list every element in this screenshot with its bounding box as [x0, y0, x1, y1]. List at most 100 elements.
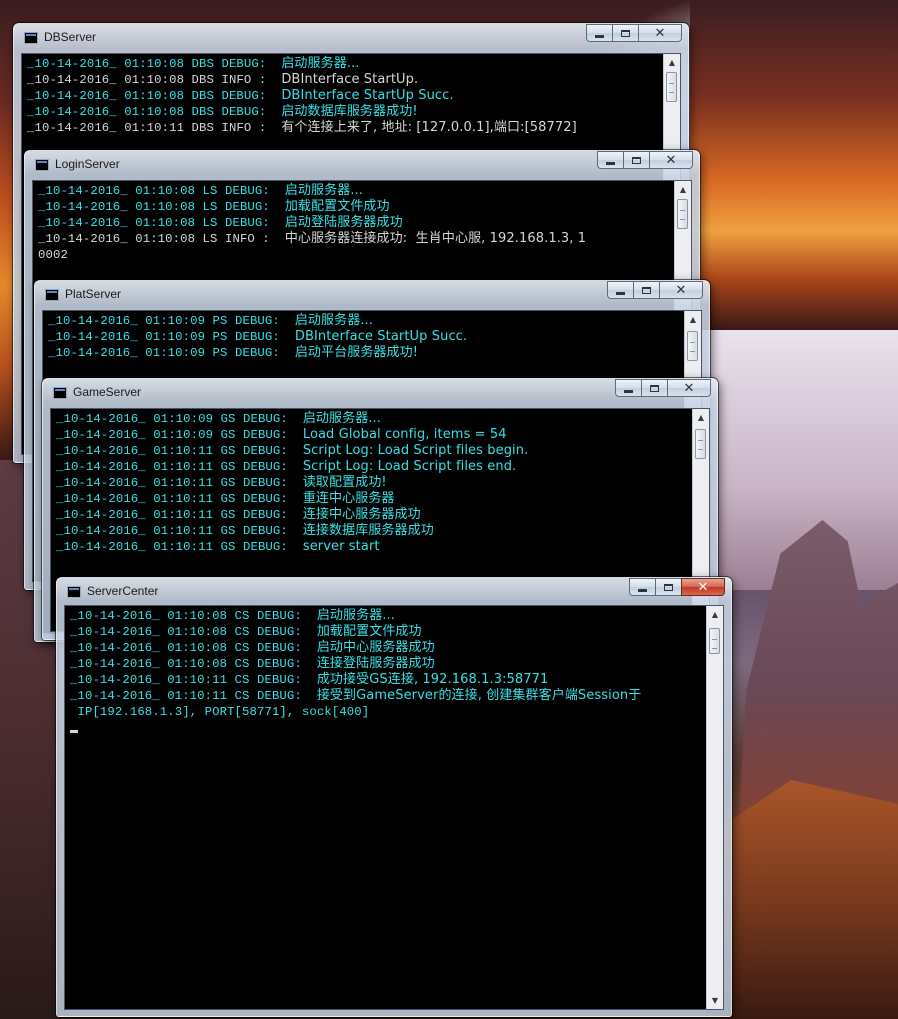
window-title: GameServer — [73, 385, 142, 399]
scroll-up-arrow-icon[interactable]: ▲ — [675, 181, 691, 198]
maximize-button[interactable] — [655, 578, 681, 596]
window-controls: ✕ — [597, 151, 693, 169]
log-prefix: _10-14-2016_ 01:10:08 LS INFO : — [38, 232, 285, 246]
console-output[interactable]: _10-14-2016_ 01:10:08 CS DEBUG: 启动服务器...… — [64, 605, 724, 1010]
titlebar[interactable]: ServerCenter ✕ — [57, 578, 731, 606]
minimize-button[interactable] — [629, 578, 655, 596]
window-controls: ✕ — [586, 24, 682, 42]
scroll-down-arrow-icon[interactable]: ▼ — [707, 992, 723, 1009]
maximize-button[interactable] — [623, 151, 649, 169]
window-title: LoginServer — [55, 157, 120, 171]
log-message: 启动中心服务器成功 — [316, 640, 435, 655]
log-line: _10-14-2016_ 01:10:11 GS DEBUG: 连接中心服务器成… — [56, 507, 687, 523]
window-controls: ✕ — [629, 578, 725, 596]
close-button[interactable]: ✕ — [638, 24, 682, 42]
close-button[interactable]: ✕ — [659, 281, 703, 299]
log-message: 连接登陆服务器成功 — [316, 656, 435, 671]
minimize-button[interactable] — [607, 281, 633, 299]
console-lines: _10-14-2016_ 01:10:08 CS DEBUG: 启动服务器...… — [70, 608, 701, 733]
minimize-button[interactable] — [615, 379, 641, 397]
window-title: ServerCenter — [87, 584, 159, 598]
log-line: _10-14-2016_ 01:10:08 DBS DEBUG: 启动服务器..… — [27, 56, 658, 72]
log-message: 启动平台服务器成功! — [294, 345, 419, 360]
log-message: Script Log: Load Script files begin. — [302, 443, 529, 458]
close-icon: ✕ — [683, 380, 695, 396]
log-message: 读取配置成功! — [302, 475, 387, 490]
close-icon: ✕ — [654, 25, 666, 41]
close-button[interactable]: ✕ — [681, 578, 725, 596]
console-icon[interactable] — [24, 32, 38, 44]
scroll-thumb[interactable] — [687, 331, 698, 361]
close-button[interactable]: ✕ — [649, 151, 693, 169]
log-line: 0002 — [38, 247, 669, 263]
minimize-icon — [616, 291, 625, 295]
console-icon[interactable] — [67, 586, 81, 598]
minimize-button[interactable] — [597, 151, 623, 169]
text-cursor — [70, 730, 78, 733]
minimize-icon — [595, 34, 604, 38]
log-message: 有个连接上来了, 地址: [127.0.0.1],端口:[58772] — [281, 120, 577, 135]
log-message: 启动服务器... — [284, 183, 364, 198]
scroll-thumb[interactable] — [666, 72, 677, 102]
scroll-thumb[interactable] — [709, 628, 720, 654]
log-message: DBInterface StartUp Succ. — [281, 88, 454, 103]
close-icon: ✕ — [665, 152, 677, 168]
maximize-icon — [632, 156, 641, 164]
log-line: _10-14-2016_ 01:10:08 LS DEBUG: 启动登陆服务器成… — [38, 215, 669, 231]
titlebar[interactable]: LoginServer ✕ — [25, 151, 699, 179]
log-message: 中心服务器连接成功: 生肖中心服, 192.168.1.3, 1 — [284, 231, 587, 246]
log-message: 连接数据库服务器成功 — [302, 523, 434, 538]
titlebar[interactable]: GameServer ✕ — [43, 379, 717, 407]
console-icon[interactable] — [35, 159, 49, 171]
log-line: _10-14-2016_ 01:10:08 CS DEBUG: 启动中心服务器成… — [70, 640, 701, 656]
log-line: _10-14-2016_ 01:10:08 DBS INFO : DBInter… — [27, 72, 658, 88]
log-line: _10-14-2016_ 01:10:09 PS DEBUG: 启动服务器... — [48, 313, 679, 329]
console-icon[interactable] — [53, 387, 67, 399]
log-message: 成功接受GS连接, 192.168.1.3:58771 — [316, 672, 549, 687]
log-prefix: _10-14-2016_ 01:10:11 CS DEBUG: — [70, 673, 317, 687]
log-line: _10-14-2016_ 01:10:09 GS DEBUG: 启动服务器... — [56, 411, 687, 427]
log-message: 接受到GameServer的连接, 创建集群客户端Session于 — [316, 688, 642, 703]
vertical-scrollbar[interactable]: ▲ ▼ — [706, 606, 723, 1009]
log-line: _10-14-2016_ 01:10:11 GS DEBUG: 连接数据库服务器… — [56, 523, 687, 539]
log-message: 加载配置文件成功 — [316, 624, 422, 639]
log-message: DBInterface StartUp Succ. — [294, 329, 468, 344]
log-line: _10-14-2016_ 01:10:11 DBS INFO : 有个连接上来了… — [27, 120, 658, 136]
log-prefix: _10-14-2016_ 01:10:11 GS DEBUG: — [56, 524, 303, 538]
log-prefix: _10-14-2016_ 01:10:08 DBS DEBUG: — [27, 57, 282, 71]
log-prefix: _10-14-2016_ 01:10:08 DBS INFO : — [27, 73, 282, 87]
console-icon[interactable] — [45, 289, 59, 301]
log-line: _10-14-2016_ 01:10:08 LS DEBUG: 加载配置文件成功 — [38, 199, 669, 215]
log-line: _10-14-2016_ 01:10:11 GS DEBUG: Script L… — [56, 459, 687, 475]
scroll-up-arrow-icon[interactable]: ▲ — [685, 311, 701, 328]
log-message: 启动数据库服务器成功! — [281, 104, 418, 119]
log-line: _10-14-2016_ 01:10:11 GS DEBUG: 重连中心服务器 — [56, 491, 687, 507]
log-line: _10-14-2016_ 01:10:08 CS DEBUG: 连接登陆服务器成… — [70, 656, 701, 672]
minimize-icon — [624, 389, 633, 393]
log-prefix: _10-14-2016_ 01:10:08 CS DEBUG: — [70, 657, 317, 671]
maximize-button[interactable] — [633, 281, 659, 299]
log-line: _10-14-2016_ 01:10:11 CS DEBUG: 成功接受GS连接… — [70, 672, 701, 688]
log-prefix: IP[192.168.1.3], PORT[58771], sock[400] — [70, 705, 370, 719]
titlebar[interactable]: PlatServer ✕ — [35, 281, 709, 309]
scroll-up-arrow-icon[interactable]: ▲ — [664, 54, 680, 71]
window-title: PlatServer — [65, 287, 122, 301]
log-line: _10-14-2016_ 01:10:11 CS DEBUG: 接受到GameS… — [70, 688, 701, 704]
log-prefix: _10-14-2016_ 01:10:11 GS DEBUG: — [56, 540, 303, 554]
log-line: _10-14-2016_ 01:10:08 LS INFO : 中心服务器连接成… — [38, 231, 669, 247]
log-prefix: _10-14-2016_ 01:10:09 PS DEBUG: — [48, 330, 295, 344]
maximize-button[interactable] — [612, 24, 638, 42]
wallpaper-arch — [690, 0, 898, 330]
maximize-button[interactable] — [641, 379, 667, 397]
scroll-up-arrow-icon[interactable]: ▲ — [693, 409, 709, 426]
minimize-button[interactable] — [586, 24, 612, 42]
log-line: IP[192.168.1.3], PORT[58771], sock[400] — [70, 704, 701, 720]
log-line: _10-14-2016_ 01:10:08 LS DEBUG: 启动服务器... — [38, 183, 669, 199]
window-servercenter[interactable]: ServerCenter ✕ _10-14-2016_ 01:10:08 CS … — [56, 577, 732, 1017]
log-message: 加载配置文件成功 — [284, 199, 390, 214]
scroll-thumb[interactable] — [695, 429, 706, 459]
scroll-thumb[interactable] — [677, 199, 688, 229]
close-button[interactable]: ✕ — [667, 379, 711, 397]
scroll-up-arrow-icon[interactable]: ▲ — [707, 606, 723, 623]
titlebar[interactable]: DBServer ✕ — [14, 24, 688, 52]
